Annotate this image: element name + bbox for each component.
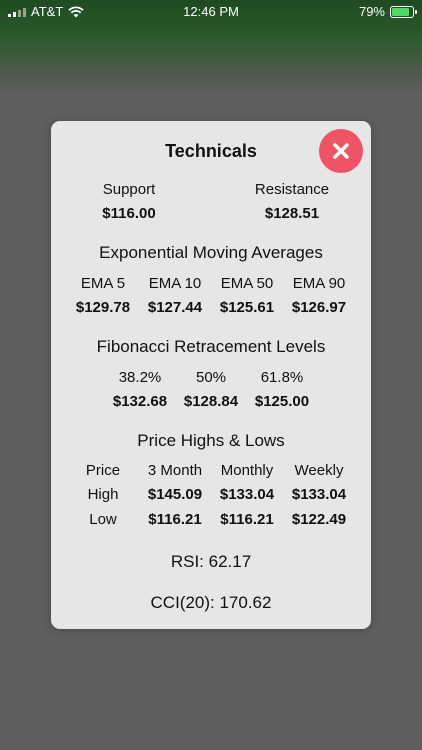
- ema-values-row: $129.78 $127.44 $125.61 $126.97: [51, 299, 371, 316]
- ema-label: EMA 5: [80, 275, 126, 292]
- ema-value: $129.78: [75, 299, 131, 316]
- status-bar: AT&T 12:46 PM 79%: [0, 0, 422, 22]
- table-cell: $116.21: [220, 511, 274, 528]
- table-cell: $133.04: [291, 486, 347, 503]
- fib-value: $125.00: [254, 393, 310, 410]
- ema-value: $125.61: [219, 299, 275, 316]
- column-header: Price: [85, 462, 121, 479]
- fib-values-row: $132.68 $128.84 $125.00: [51, 393, 371, 410]
- rsi-value: RSI: 62.17: [170, 552, 252, 571]
- ema-labels-row: EMA 5 EMA 10 EMA 50 EMA 90: [51, 275, 371, 292]
- table-cell: $122.49: [291, 511, 347, 528]
- ema-label: EMA 10: [148, 275, 202, 292]
- row-label: High: [87, 486, 119, 503]
- battery-percent: 79%: [358, 4, 385, 19]
- fib-label: 50%: [195, 369, 227, 386]
- battery-icon: [390, 5, 417, 18]
- ema-label: EMA 50: [220, 275, 274, 292]
- table-cell: $133.04: [219, 486, 275, 503]
- status-right: 79%: [358, 4, 417, 19]
- cci-value: CCI(20): 170.62: [150, 593, 272, 612]
- resistance-value: $128.51: [264, 205, 320, 222]
- ema-label: EMA 90: [292, 275, 346, 292]
- column-header: Monthly: [220, 462, 274, 479]
- fib-heading: Fibonacci Retracement Levels: [96, 337, 326, 356]
- technicals-modal: Technicals Support $116.00 Resistance $1…: [51, 121, 371, 629]
- fib-label: 38.2%: [118, 369, 162, 386]
- table-cell: $116.21: [148, 511, 202, 528]
- table-row-high: High $145.09 $133.04 $133.04: [51, 486, 371, 503]
- fib-value: $128.84: [183, 393, 239, 410]
- close-button[interactable]: [319, 129, 363, 173]
- highs-lows-header-row: Price 3 Month Monthly Weekly: [51, 462, 371, 479]
- ema-value: $127.44: [147, 299, 203, 316]
- column-header: 3 Month: [147, 462, 203, 479]
- column-header: Weekly: [294, 462, 344, 479]
- resistance-label: Resistance: [254, 181, 330, 198]
- ema-value: $126.97: [291, 299, 347, 316]
- table-cell: $145.09: [147, 486, 203, 503]
- support-label: Support: [102, 181, 156, 198]
- row-label: Low: [89, 511, 117, 528]
- table-row-low: Low $116.21 $116.21 $122.49: [51, 511, 371, 528]
- fib-label: 61.8%: [260, 369, 304, 386]
- close-icon: [333, 143, 349, 159]
- fib-value: $132.68: [112, 393, 168, 410]
- support-value: $116.00: [102, 205, 156, 222]
- ema-heading: Exponential Moving Averages: [99, 243, 323, 262]
- highs-lows-heading: Price Highs & Lows: [137, 431, 285, 450]
- fib-labels-row: 38.2% 50% 61.8%: [51, 369, 371, 386]
